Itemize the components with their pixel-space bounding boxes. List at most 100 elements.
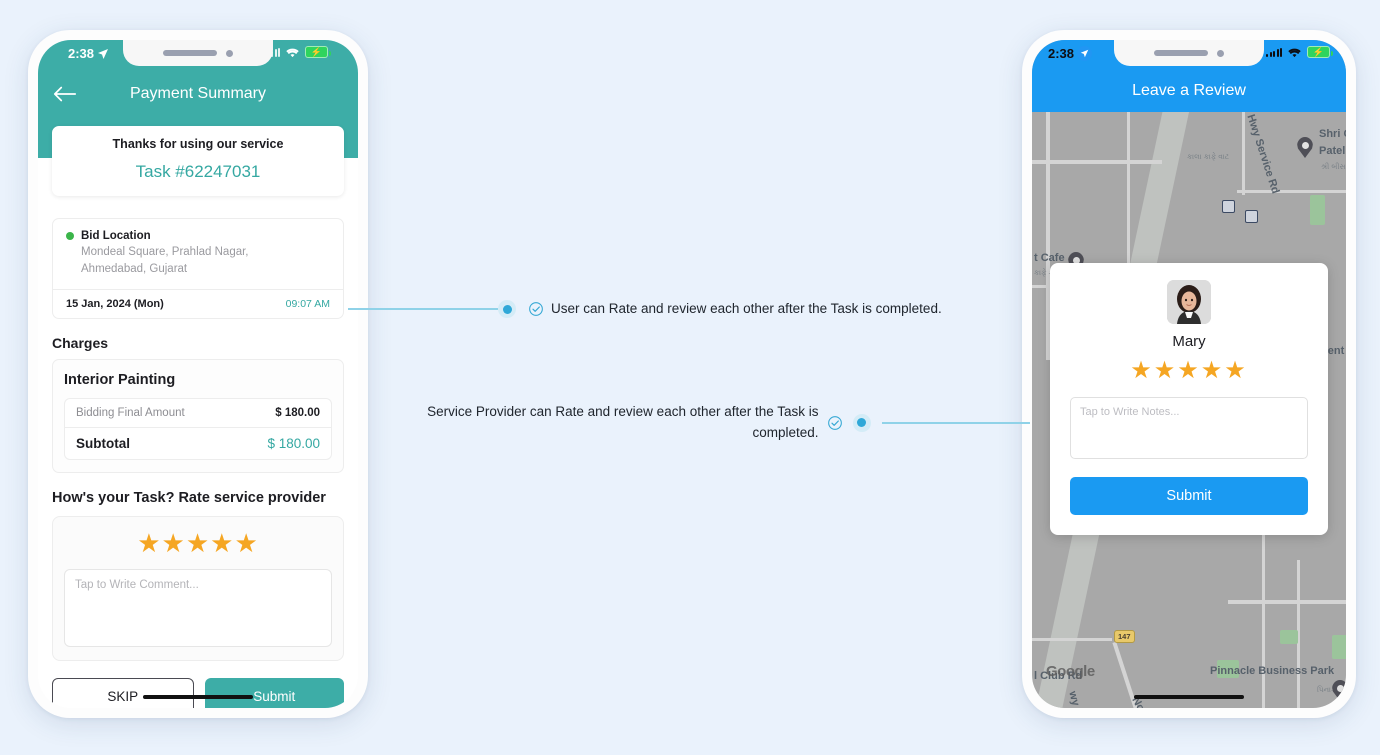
right-status-bar: 2:38 ⚡ — [1032, 40, 1346, 74]
map-road — [1237, 190, 1346, 193]
map-transit-icon[interactable] — [1222, 200, 1235, 213]
check-circle-icon — [827, 416, 842, 430]
map-road — [1127, 100, 1130, 290]
star-icon[interactable]: ★ — [186, 528, 210, 558]
phone-mockup-leave-review: Crowne Plaza Ahmedabad City Cent SG Hwy … — [1022, 30, 1356, 718]
map-label-service-rd: wy Service Rd — [1066, 690, 1096, 708]
signal-icon — [1266, 47, 1282, 57]
map-pin-icon[interactable] — [1297, 137, 1313, 158]
star-icon[interactable]: ★ — [234, 528, 258, 558]
bid-location-address: Mondeal Square, Prahlad Nagar, Ahmedabad… — [66, 244, 330, 277]
map-transit-icon[interactable] — [1245, 210, 1258, 223]
notes-input[interactable]: Tap to Write Notes... — [1070, 397, 1308, 459]
notch — [123, 40, 273, 66]
address-line-1: Mondeal Square, Prahlad Nagar, — [81, 246, 249, 258]
star-icon[interactable]: ★ — [210, 528, 234, 558]
location-arrow-icon — [1077, 46, 1093, 61]
map-park — [1280, 630, 1298, 644]
status-icons: ⚡ — [264, 46, 331, 58]
annotation-text: Service Provider can Rate and review eac… — [427, 404, 819, 440]
charge-row: Bidding Final Amount $ 180.00 — [65, 399, 331, 427]
user-photo-icon — [1167, 280, 1211, 324]
star-icon[interactable]: ★ — [1177, 357, 1201, 384]
speaker-grille — [163, 50, 217, 56]
home-indicator — [143, 694, 253, 699]
review-card: Mary ★★★★★ Tap to Write Notes... Submit — [1050, 263, 1328, 535]
left-content: Bid Location Mondeal Square, Prahlad Nag… — [38, 218, 358, 708]
front-camera — [226, 49, 233, 57]
left-status-bar: 2:38 ⚡ — [52, 40, 344, 74]
home-indicator — [1134, 694, 1244, 699]
service-name: Interior Painting — [64, 372, 176, 389]
location-dot-icon — [66, 232, 74, 240]
map-label-local: શ્રી બીસ — [1321, 162, 1346, 171]
subtotal-row: Subtotal $ 180.00 — [65, 427, 331, 459]
bid-location-header: Bid Location — [66, 230, 330, 242]
status-time: 2:38 — [1048, 46, 1093, 61]
connector-line — [882, 421, 1030, 424]
connector-dot — [852, 413, 871, 432]
check-circle-icon — [529, 302, 543, 317]
rating-question: How's your Task? Rate service provider — [52, 490, 326, 507]
right-phone-screen: Crowne Plaza Ahmedabad City Cent SG Hwy … — [1032, 40, 1346, 708]
bid-location-top: Bid Location Mondeal Square, Prahlad Nag… — [53, 219, 343, 289]
bid-date: 15 Jan, 2024 (Mon) — [66, 298, 164, 311]
right-header: 2:38 ⚡ Leave a Review — [1032, 40, 1346, 112]
skip-button[interactable]: SKIP — [52, 678, 194, 708]
charges-card: Interior Painting Bidding Final Amount $… — [52, 359, 344, 474]
map-road — [1262, 510, 1265, 708]
wifi-icon — [286, 48, 299, 57]
notch — [1114, 40, 1264, 66]
page-title: Payment Summary — [129, 85, 267, 102]
star-icon[interactable]: ★ — [1201, 357, 1225, 384]
subtotal-value: $ 180.00 — [267, 436, 320, 452]
star-icon[interactable]: ★ — [1154, 357, 1178, 384]
annotation-user-rate: User can Rate and review each other afte… — [348, 299, 942, 320]
charge-label: Bidding Final Amount — [76, 407, 185, 420]
battery-charging-icon: ⚡ — [1307, 46, 1333, 58]
map-label-local: કાલા કાફે વાટ — [1187, 152, 1230, 161]
reviewee-name: Mary — [1172, 333, 1206, 350]
charges-breakdown: Bidding Final Amount $ 180.00 Subtotal $… — [64, 398, 332, 461]
map-route-badge: 147 — [1114, 630, 1135, 643]
address-line-2: Ahmedabad, Gujarat — [81, 262, 188, 275]
star-icon[interactable]: ★ — [1130, 357, 1154, 384]
map-road — [1032, 160, 1162, 164]
map-label-shri-1: Shri Ch — [1319, 128, 1346, 140]
map-label-pinnacle: Pinnacle Business Park — [1210, 665, 1335, 677]
map-road — [1032, 638, 1112, 641]
connector-dot — [498, 300, 516, 319]
status-icons: ⚡ — [1266, 46, 1333, 58]
avatar — [1167, 280, 1211, 324]
bid-location-label: Bid Location — [81, 230, 151, 242]
annotation-text: User can Rate and review each other afte… — [551, 301, 942, 316]
thanks-card: Thanks for using our service Task #62247… — [52, 126, 344, 196]
map-park — [1310, 195, 1325, 225]
bid-location-datetime: 15 Jan, 2024 (Mon) 09:07 AM — [53, 289, 343, 318]
speaker-grille — [1154, 50, 1208, 56]
charges-section-title: Charges — [52, 335, 109, 352]
annotation-provider-rate: Service Provider can Rate and review eac… — [410, 402, 1030, 444]
map-label-shri-2: Patel — [1319, 145, 1346, 157]
left-button-row: SKIP Submit — [52, 678, 344, 708]
star-icon[interactable]: ★ — [162, 528, 186, 558]
connector-line — [348, 308, 498, 311]
bid-location-card: Bid Location Mondeal Square, Prahlad Nag… — [52, 218, 344, 320]
bid-time: 09:07 AM — [285, 298, 330, 311]
star-icon[interactable]: ★ — [137, 528, 161, 558]
submit-button[interactable]: Submit — [1070, 477, 1308, 515]
star-icon[interactable]: ★ — [1224, 357, 1248, 384]
star-rating-input[interactable]: ★★★★★ — [1070, 359, 1308, 383]
location-arrow-icon — [98, 48, 109, 59]
comment-input[interactable]: Tap to Write Comment... — [64, 569, 332, 648]
map-pin-icon[interactable] — [1332, 680, 1346, 701]
front-camera — [1217, 49, 1224, 57]
rating-card: ★★★★★ Tap to Write Comment... — [52, 516, 344, 662]
submit-button[interactable]: Submit — [204, 678, 344, 708]
phone-mockup-payment-summary: 2:38 ⚡ Payment Summary Thanks for using … — [28, 30, 368, 718]
map-road — [1228, 600, 1346, 604]
arrow-left-icon[interactable] — [52, 84, 78, 104]
star-rating-input[interactable]: ★★★★★ — [64, 530, 332, 556]
charge-value: $ 180.00 — [275, 407, 320, 420]
status-time: 2:38 — [68, 46, 109, 61]
